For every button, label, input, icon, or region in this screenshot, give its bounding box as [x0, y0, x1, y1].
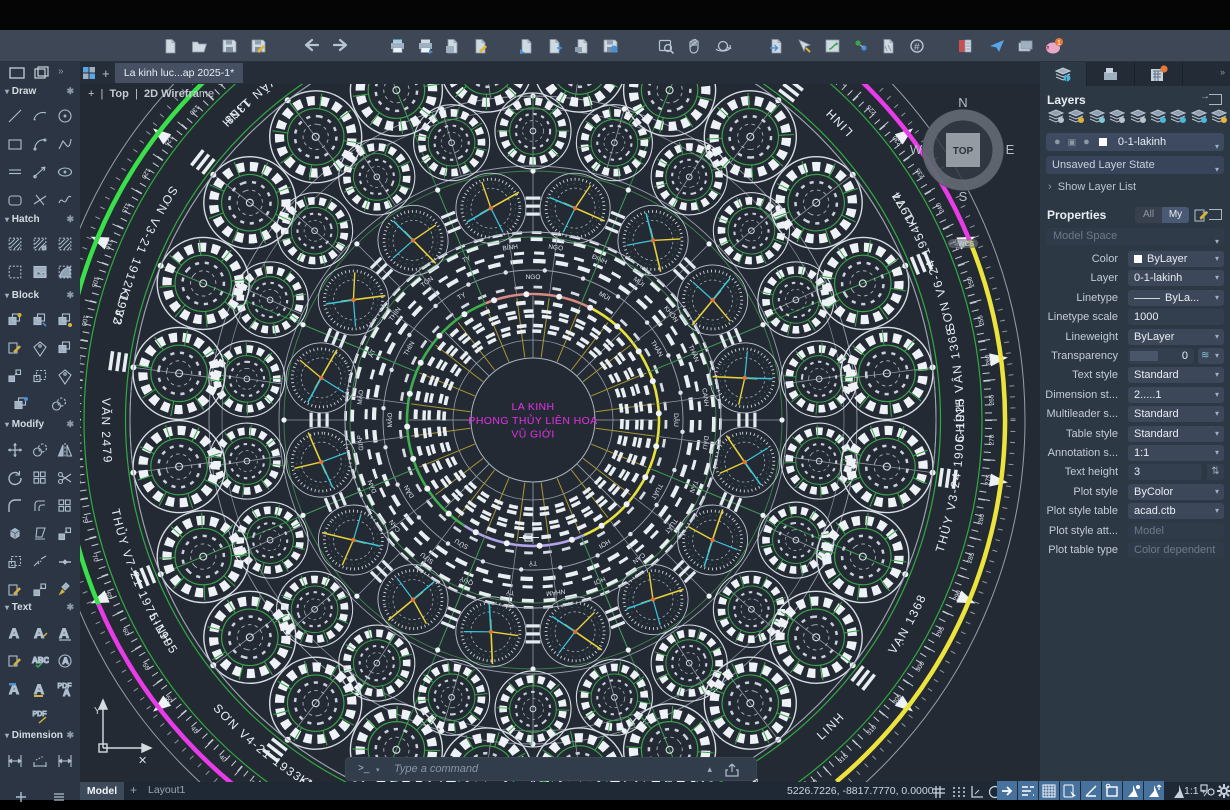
svg-text:A: A — [63, 656, 70, 666]
svg-text:✕: ✕ — [138, 755, 147, 767]
svg-text:A: A — [34, 625, 44, 641]
svg-text:A: A — [59, 625, 69, 641]
svg-text:A: A — [9, 625, 19, 641]
svg-text:A: A — [34, 681, 44, 697]
svg-text:Y: Y — [94, 706, 101, 717]
svg-text:A: A — [63, 688, 70, 698]
svg-text:1: 1 — [1057, 40, 1061, 47]
svg-text:PDF: PDF — [33, 711, 47, 718]
svg-text:#: # — [914, 42, 920, 53]
